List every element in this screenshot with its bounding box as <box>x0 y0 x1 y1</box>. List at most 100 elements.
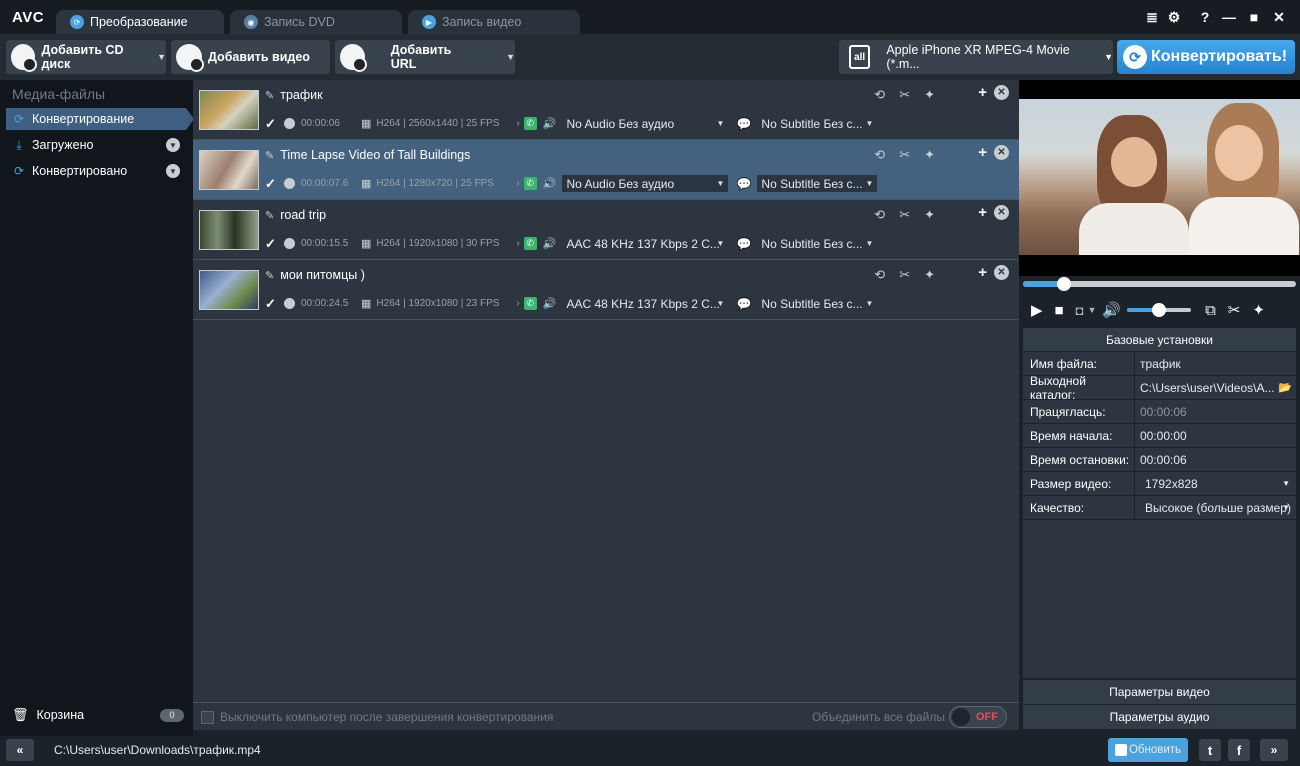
plus-icon[interactable]: + <box>978 84 987 101</box>
close-icon[interactable]: ✕ <box>1270 8 1288 26</box>
tab-convert[interactable]: ⟳ Преобразование <box>56 10 224 34</box>
audio-params-button[interactable]: Параметры аудио <box>1023 705 1296 729</box>
file-checkbox[interactable]: ✓ <box>265 116 278 131</box>
chevron-down-icon[interactable]: ▼ <box>166 164 180 178</box>
subtitle-select[interactable]: No Subtitle Без с... ▼ <box>757 295 877 312</box>
plus-icon[interactable]: + <box>978 264 987 281</box>
maximize-icon[interactable]: ■ <box>1245 8 1263 26</box>
audio-track-select[interactable]: No Audio Без аудио ▼ <box>562 175 729 192</box>
pencil-icon[interactable]: ✎ <box>265 89 274 102</box>
chevron-down-icon[interactable]: ▼ <box>166 138 180 152</box>
sidebar-item-trash[interactable]: 🗑 Корзина 0 <box>12 707 184 723</box>
file-checkbox[interactable]: ✓ <box>265 236 278 251</box>
tab-record[interactable]: ▶ Запись видео <box>408 10 580 34</box>
minimize-icon[interactable]: — <box>1220 8 1238 26</box>
close-icon[interactable]: ✕ <box>994 205 1009 220</box>
file-checkbox[interactable]: ✓ <box>265 296 278 311</box>
merge-toggle[interactable]: OFF <box>949 706 1007 728</box>
file-row[interactable]: ✎ road trip ⟲ ✂ ✦ + ✕ ✓ 00:00:15.5 ▦ H264 |… <box>193 200 1019 260</box>
file-name[interactable]: road trip <box>280 208 326 222</box>
audio-track-select[interactable]: AAC 48 KHz 137 Kbps 2 C... ▼ <box>562 295 728 312</box>
filename-field[interactable]: трафик <box>1135 352 1296 375</box>
file-checkbox[interactable]: ✓ <box>265 176 278 191</box>
magic-wand-icon[interactable]: ✦ <box>1252 301 1265 319</box>
scissors-icon[interactable]: ✂ <box>899 207 910 223</box>
scissors-icon[interactable]: ✂ <box>1228 301 1241 319</box>
add-cd-button[interactable]: Добавить CD диск ▼ <box>6 40 166 74</box>
subtitle-select[interactable]: No Subtitle Без с... ▼ <box>757 175 878 192</box>
subtitle-select[interactable]: No Subtitle Без с... ▼ <box>757 115 877 132</box>
seek-handle[interactable] <box>1056 277 1071 291</box>
expand-right-icon[interactable]: » <box>1260 739 1288 761</box>
file-name[interactable]: мои питомцы ) <box>280 268 365 282</box>
pencil-icon[interactable]: ✎ <box>265 149 274 162</box>
audio-track-select[interactable]: No Audio Без аудио ▼ <box>562 115 728 132</box>
shutdown-option[interactable]: Выключить компьютер после завершения кон… <box>201 710 553 724</box>
tab-dvd[interactable]: ◉ Запись DVD <box>230 10 402 34</box>
subtitle-icon: 💬 <box>736 296 752 311</box>
file-row[interactable]: ✎ Time Lapse Video of Tall Buildings ⟲ ✂ ✦ … <box>193 140 1019 200</box>
video-size-select[interactable]: 1792x828 ▼ <box>1135 472 1296 495</box>
stop-icon[interactable]: ■ <box>1055 302 1064 319</box>
volume-slider[interactable] <box>1127 303 1192 317</box>
plus-icon[interactable]: + <box>978 204 987 221</box>
pencil-icon[interactable]: ✎ <box>265 209 274 222</box>
twitter-icon[interactable]: t <box>1199 739 1221 761</box>
file-row[interactable]: ✎ мои питомцы ) ⟲ ✂ ✦ + ✕ ✓ 00:00:24.5 ▦ H2… <box>193 260 1019 320</box>
pencil-icon[interactable]: ✎ <box>265 269 274 282</box>
rotate-icon[interactable]: ⟲ <box>874 87 885 103</box>
play-icon[interactable]: ▶ <box>1031 301 1043 319</box>
add-url-button[interactable]: Добавить URL ▼ <box>335 40 515 74</box>
clock-icon <box>284 178 295 189</box>
stop-time-field[interactable]: 00:00:06 <box>1135 448 1296 471</box>
plus-icon[interactable]: + <box>978 144 987 161</box>
folder-icon[interactable]: 📂 <box>1278 381 1292 394</box>
scissors-icon[interactable]: ✂ <box>899 147 910 163</box>
video-params-button[interactable]: Параметры видео <box>1023 680 1296 704</box>
magic-wand-icon[interactable]: ✦ <box>924 87 935 103</box>
update-button[interactable]: Обновить <box>1108 738 1188 762</box>
scissors-icon[interactable]: ✂ <box>899 87 910 103</box>
audio-track-select[interactable]: AAC 48 KHz 137 Kbps 2 C... ▼ <box>562 235 728 252</box>
close-icon[interactable]: ✕ <box>994 265 1009 280</box>
volume-handle[interactable] <box>1152 303 1167 317</box>
magic-wand-icon[interactable]: ✦ <box>924 207 935 223</box>
rotate-icon[interactable]: ⟲ <box>874 267 885 283</box>
collapse-left-icon[interactable]: « <box>6 739 34 761</box>
close-icon[interactable]: ✕ <box>994 145 1009 160</box>
sidebar-item-converting[interactable]: ⟳ Конвертирование <box>6 108 194 130</box>
volume-icon[interactable]: 🔊 <box>1102 301 1121 319</box>
start-time-field[interactable]: 00:00:00 <box>1135 424 1296 447</box>
facebook-icon[interactable]: f <box>1228 739 1250 761</box>
rotate-icon[interactable]: ⟲ <box>874 207 885 223</box>
magic-wand-icon[interactable]: ✦ <box>924 267 935 283</box>
chevron-down-icon[interactable]: ▼ <box>1087 305 1096 315</box>
add-video-button[interactable]: Добавить видео <box>171 40 330 74</box>
menu-icon[interactable]: ≣ <box>1143 8 1161 26</box>
chevron-down-icon: ▼ <box>865 239 874 248</box>
video-preview[interactable] <box>1019 80 1300 276</box>
output-dir-field[interactable]: C:\Users\user\Videos\A... 📂 <box>1135 376 1296 399</box>
output-profile-select[interactable]: all Apple iPhone XR MPEG-4 Movie (*.m...… <box>839 40 1113 74</box>
settings-title[interactable]: Базовые установки <box>1023 328 1296 352</box>
copy-icon[interactable]: ⧉ <box>1205 302 1216 319</box>
chevron-down-icon[interactable]: ▼ <box>157 52 166 62</box>
file-name[interactable]: трафик <box>280 88 322 102</box>
convert-button[interactable]: ⟳ Конвертировать! <box>1117 40 1295 74</box>
file-row[interactable]: ✎ трафик ⟲ ✂ ✦ + ✕ ✓ 00:00:06 ▦ H264 | 2560… <box>193 80 1019 140</box>
shutdown-checkbox[interactable] <box>201 710 214 724</box>
seek-bar[interactable] <box>1023 277 1296 291</box>
gear-icon[interactable]: ⚙ <box>1165 8 1183 26</box>
quality-select[interactable]: Высокое (больше размер) ▼ <box>1135 496 1296 519</box>
sidebar-item-converted[interactable]: ⟳ Конвертировано ▼ <box>6 160 186 182</box>
rotate-icon[interactable]: ⟲ <box>874 147 885 163</box>
sidebar-item-downloaded[interactable]: ⤓ Загружено ▼ <box>6 134 186 156</box>
camera-icon[interactable]: ◘ <box>1076 303 1084 318</box>
magic-wand-icon[interactable]: ✦ <box>924 147 935 163</box>
file-name[interactable]: Time Lapse Video of Tall Buildings <box>280 148 470 162</box>
help-icon[interactable]: ? <box>1196 8 1214 26</box>
close-icon[interactable]: ✕ <box>994 85 1009 100</box>
scissors-icon[interactable]: ✂ <box>899 267 910 283</box>
subtitle-select[interactable]: No Subtitle Без с... ▼ <box>757 235 877 252</box>
chevron-down-icon[interactable]: ▼ <box>506 52 515 62</box>
